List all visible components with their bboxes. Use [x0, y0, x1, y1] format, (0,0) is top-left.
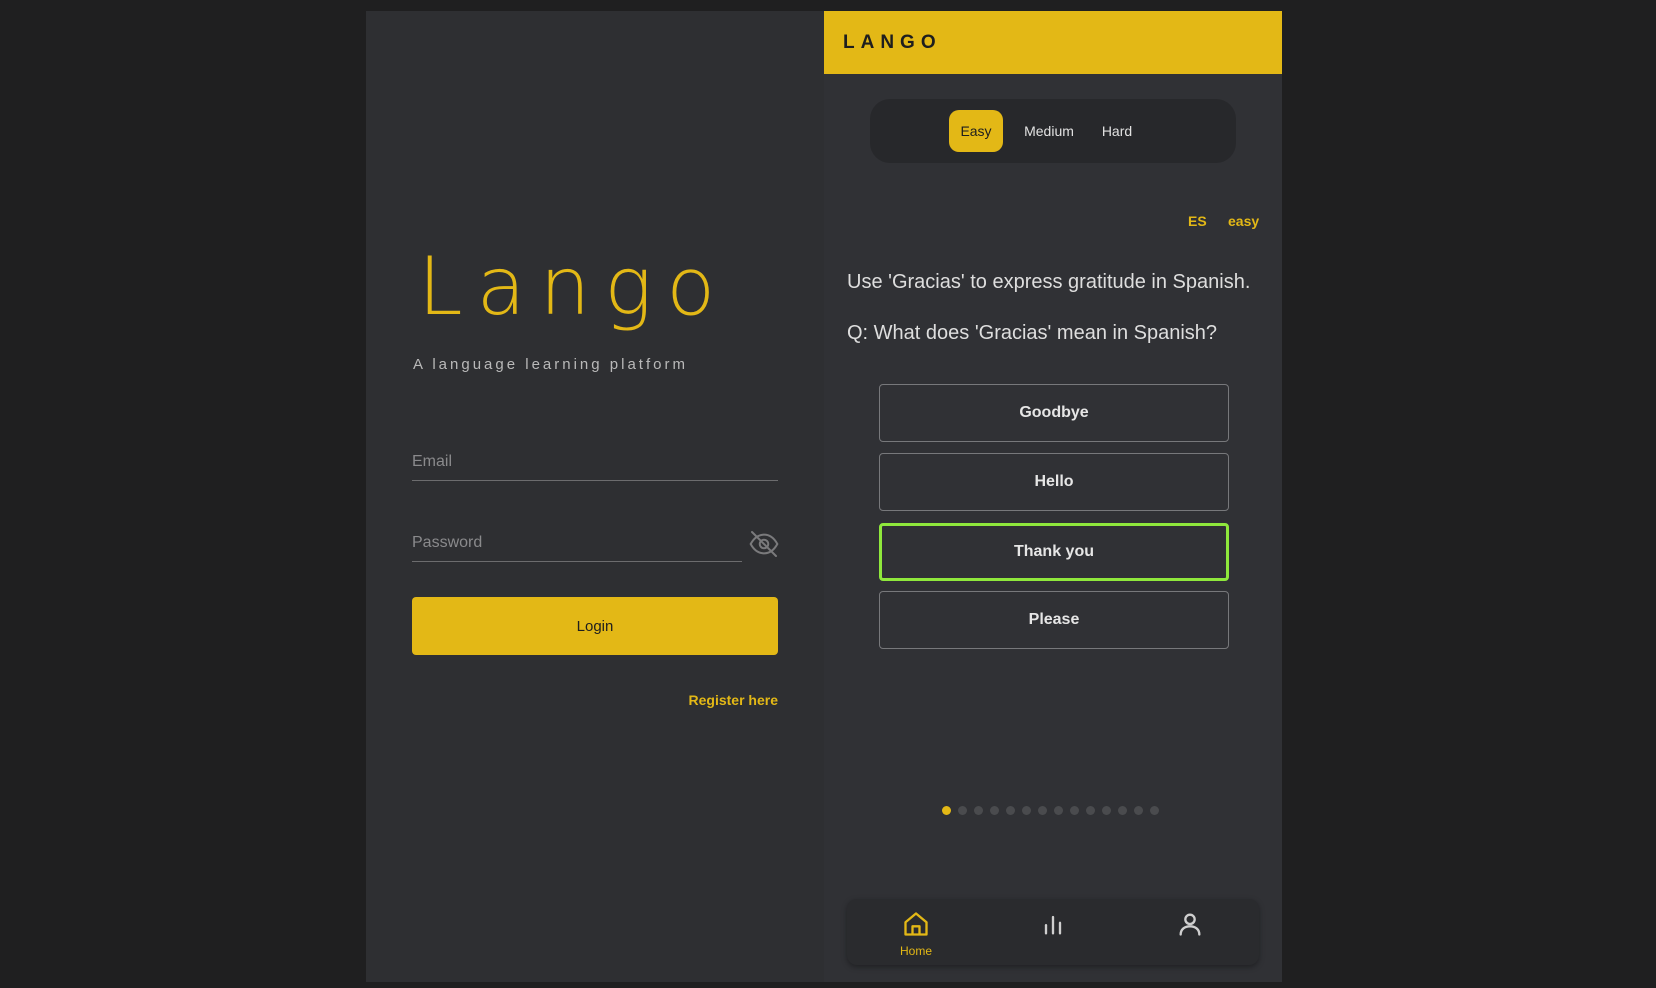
- progress-dot: [990, 806, 999, 815]
- register-link[interactable]: Register here: [689, 692, 778, 708]
- app-header: LANGO: [824, 11, 1282, 74]
- brand-title: LANGO: [843, 32, 942, 53]
- question-text: Q: What does 'Gracias' mean in Spanish?: [847, 322, 1218, 344]
- progress-dot: [1054, 806, 1063, 815]
- bar-chart-icon: [1044, 915, 1062, 935]
- answer-option[interactable]: Goodbye: [879, 384, 1229, 442]
- progress-dot: [1022, 806, 1031, 815]
- progress-dot: [1118, 806, 1127, 815]
- password-input[interactable]: [412, 525, 742, 561]
- difficulty-selector: Easy Medium Hard: [870, 99, 1236, 163]
- login-screen: Lango A language learning platform Login…: [366, 11, 824, 982]
- progress-dot: [1086, 806, 1095, 815]
- progress-dot: [1038, 806, 1047, 815]
- hint-text: Use 'Gracias' to express gratitude in Sp…: [847, 271, 1251, 293]
- nav-home-label: Home: [899, 944, 932, 958]
- app-logo: Lango: [418, 240, 730, 333]
- progress-dot-active: [942, 806, 951, 815]
- nav-stats[interactable]: [1013, 899, 1093, 965]
- home-icon: [904, 912, 928, 936]
- answer-option[interactable]: Please: [879, 591, 1229, 649]
- language-tag: ES: [1188, 213, 1207, 229]
- bottom-nav: Home: [847, 899, 1259, 965]
- tab-medium[interactable]: Medium: [1019, 110, 1079, 152]
- progress-dots: [942, 806, 1159, 815]
- progress-dot: [1150, 806, 1159, 815]
- email-input[interactable]: [412, 444, 778, 480]
- tagline: A language learning platform: [413, 356, 688, 373]
- email-field[interactable]: [412, 444, 778, 481]
- password-field[interactable]: [412, 525, 742, 562]
- tab-easy[interactable]: Easy: [949, 110, 1003, 152]
- quiz-screen: LANGO Easy Medium Hard ES easy Use 'Grac…: [824, 11, 1282, 982]
- progress-dot: [958, 806, 967, 815]
- eye-off-icon[interactable]: [748, 528, 780, 560]
- progress-dot: [1006, 806, 1015, 815]
- nav-profile[interactable]: [1150, 899, 1230, 965]
- login-button[interactable]: Login: [412, 597, 778, 655]
- tab-hard[interactable]: Hard: [1096, 110, 1138, 152]
- level-tag: easy: [1228, 213, 1260, 229]
- progress-dot: [974, 806, 983, 815]
- progress-dot: [1102, 806, 1111, 815]
- answer-option-correct[interactable]: Thank you: [879, 523, 1229, 581]
- nav-home[interactable]: Home: [876, 899, 956, 965]
- user-icon: [1179, 913, 1201, 936]
- progress-dot: [1134, 806, 1143, 815]
- answer-option[interactable]: Hello: [879, 453, 1229, 511]
- progress-dot: [1070, 806, 1079, 815]
